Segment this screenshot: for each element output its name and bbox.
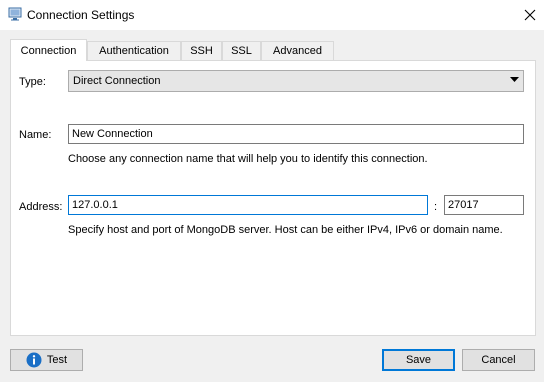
name-label: Name: bbox=[19, 129, 52, 141]
address-label: Address: bbox=[19, 201, 63, 213]
host-field[interactable]: 127.0.0.1 bbox=[68, 195, 428, 215]
name-hint: Choose any connection name that will hel… bbox=[68, 153, 428, 165]
test-button-label: Test bbox=[46, 354, 68, 366]
tab-ssh[interactable]: SSH bbox=[181, 41, 222, 60]
close-icon bbox=[524, 9, 536, 21]
type-select[interactable]: Direct Connection bbox=[68, 70, 524, 92]
port-field[interactable]: 27017 bbox=[444, 195, 524, 215]
test-button[interactable]: Test bbox=[10, 349, 83, 371]
chevron-down-icon bbox=[510, 77, 519, 82]
info-icon bbox=[26, 352, 42, 368]
close-button[interactable] bbox=[516, 0, 544, 30]
window-title: Connection Settings bbox=[27, 8, 135, 22]
monitor-icon bbox=[8, 7, 22, 21]
save-button-label: Save bbox=[405, 354, 432, 366]
cancel-button[interactable]: Cancel bbox=[462, 349, 535, 371]
tab-ssl[interactable]: SSL bbox=[222, 41, 261, 60]
address-separator: : bbox=[434, 201, 438, 213]
tab-connection[interactable]: Connection bbox=[10, 39, 87, 61]
tab-authentication[interactable]: Authentication bbox=[87, 41, 181, 60]
title-bar: Connection Settings bbox=[0, 0, 544, 30]
type-label: Type: bbox=[19, 76, 46, 88]
cancel-button-label: Cancel bbox=[481, 354, 516, 366]
address-hint: Specify host and port of MongoDB server.… bbox=[68, 224, 503, 236]
tab-advanced[interactable]: Advanced bbox=[261, 41, 334, 60]
save-button[interactable]: Save bbox=[382, 349, 455, 371]
type-select-value: Direct Connection bbox=[73, 75, 161, 87]
name-field[interactable]: New Connection bbox=[68, 124, 524, 144]
